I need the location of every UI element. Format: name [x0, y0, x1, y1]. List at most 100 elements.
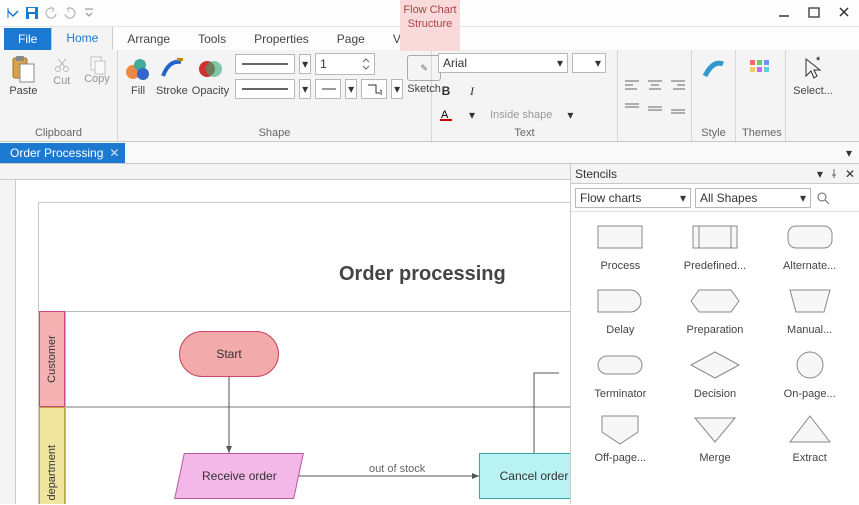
lane-customer[interactable]: Customer: [39, 311, 65, 407]
dash-style-drop[interactable]: ▾: [299, 79, 311, 99]
valign-middle-button[interactable]: [645, 98, 665, 118]
font-size-combo[interactable]: ▾: [572, 53, 606, 73]
close-doc-icon[interactable]: ✕: [109, 146, 119, 160]
align-center-button[interactable]: [645, 75, 665, 95]
maximize-button[interactable]: [799, 0, 829, 24]
font-value: Arial: [443, 56, 467, 70]
shape-cancel-label: Cancel order: [500, 469, 569, 483]
align-right-button[interactable]: [668, 75, 688, 95]
font-color-button[interactable]: A: [438, 107, 454, 123]
stencil-onpage[interactable]: On-page...: [764, 346, 855, 400]
doc-tabs-drop[interactable]: ▾: [839, 146, 859, 160]
select-label: Select...: [793, 85, 833, 97]
stroke-button[interactable]: Stroke: [156, 53, 188, 97]
dash-style-combo[interactable]: [235, 79, 295, 99]
shape-start[interactable]: Start: [179, 331, 279, 377]
stencil-label: Merge: [699, 452, 730, 464]
stencil-category-combo[interactable]: Flow charts▾: [575, 188, 691, 208]
minimize-button[interactable]: [769, 0, 799, 24]
line-style-drop[interactable]: ▾: [299, 54, 311, 74]
stencil-decision[interactable]: Decision: [670, 346, 761, 400]
group-clipboard-label: Clipboard: [6, 127, 111, 141]
arrow-start-drop[interactable]: ▾: [345, 79, 357, 99]
fill-label: Fill: [131, 85, 145, 97]
context-tab-line2: Structure: [408, 17, 453, 31]
stencil-filter-combo[interactable]: All Shapes▾: [695, 188, 811, 208]
stencil-extract[interactable]: Extract: [764, 410, 855, 464]
redo-icon[interactable]: [61, 4, 79, 22]
connector-type-combo[interactable]: [361, 79, 387, 99]
text-placement-combo[interactable]: Inside shape: [490, 109, 552, 121]
stencil-predefined[interactable]: Predefined...: [670, 218, 761, 272]
style-button[interactable]: [698, 53, 729, 83]
tab-properties[interactable]: Properties: [240, 28, 323, 50]
ruler-vertical: [0, 180, 16, 504]
bold-button[interactable]: B: [438, 83, 454, 99]
lane-department[interactable]: s department: [39, 407, 65, 504]
line-thickness-input[interactable]: 1: [315, 53, 375, 75]
stencil-process[interactable]: Process: [575, 218, 666, 272]
align-left-button[interactable]: [622, 75, 642, 95]
copy-button[interactable]: Copy: [83, 53, 111, 85]
lane-dept-label: s department: [46, 445, 58, 504]
undo-icon[interactable]: [42, 4, 60, 22]
panel-pin-icon[interactable]: [829, 167, 839, 181]
select-button[interactable]: * Select...: [792, 53, 834, 97]
tab-home[interactable]: Home: [51, 26, 113, 50]
stencil-label: Extract: [793, 452, 827, 464]
stencils-panel: Stencils ▾ ✕ Flow charts▾ All Shapes▾ Pr…: [571, 164, 859, 504]
stencil-manual[interactable]: Manual...: [764, 282, 855, 336]
stencil-label: Predefined...: [684, 260, 746, 272]
fill-button[interactable]: Fill: [124, 53, 152, 97]
stencil-offpage[interactable]: Off-page...: [575, 410, 666, 464]
text-placement-drop[interactable]: ▾: [562, 107, 578, 123]
document-tab[interactable]: Order Processing ✕: [0, 143, 125, 163]
close-button[interactable]: [829, 0, 859, 24]
opacity-label: Opacity: [192, 85, 229, 97]
line-style-combo[interactable]: [235, 54, 295, 74]
stroke-label: Stroke: [156, 85, 188, 97]
copy-label: Copy: [84, 73, 110, 85]
valign-top-button[interactable]: [622, 98, 642, 118]
stencil-merge[interactable]: Merge: [670, 410, 761, 464]
shape-receive-order[interactable]: Receive order: [174, 453, 304, 499]
stencil-label: On-page...: [784, 388, 836, 400]
paste-label: Paste: [9, 85, 37, 97]
save-icon[interactable]: [23, 4, 41, 22]
paste-button[interactable]: Paste: [6, 53, 41, 97]
group-select-label: [792, 139, 834, 141]
stencil-alternate[interactable]: Alternate...: [764, 218, 855, 272]
qat-customize-icon[interactable]: [80, 4, 98, 22]
connector-type-drop[interactable]: ▾: [391, 79, 403, 99]
tab-arrange[interactable]: Arrange: [113, 28, 184, 50]
panel-options-icon[interactable]: ▾: [817, 167, 823, 181]
canvas[interactable]: Order processing Customer s department S…: [16, 180, 570, 504]
stencil-terminator[interactable]: Terminator: [575, 346, 666, 400]
edge-label-outofstock[interactable]: out of stock: [369, 463, 425, 475]
stencil-preparation[interactable]: Preparation: [670, 282, 761, 336]
tab-tools[interactable]: Tools: [184, 28, 240, 50]
cut-button[interactable]: Cut: [45, 55, 79, 87]
tab-file[interactable]: File: [4, 28, 51, 50]
group-themes-label: Themes: [742, 127, 779, 141]
search-icon[interactable]: [815, 190, 831, 206]
stencil-delay[interactable]: Delay: [575, 282, 666, 336]
panel-close-icon[interactable]: ✕: [845, 167, 855, 181]
document-name: Order Processing: [10, 146, 103, 160]
font-color-drop[interactable]: ▾: [464, 107, 480, 123]
arrow-start-combo[interactable]: [315, 79, 341, 99]
italic-button[interactable]: I: [464, 83, 480, 99]
font-family-combo[interactable]: Arial▾: [438, 53, 568, 73]
page[interactable]: Order processing Customer s department S…: [38, 202, 570, 504]
shape-cancel-order[interactable]: Cancel order: [479, 453, 570, 499]
themes-button[interactable]: [742, 53, 779, 83]
cut-label: Cut: [53, 75, 70, 87]
tab-page[interactable]: Page: [323, 28, 379, 50]
swimlane-row-1[interactable]: [65, 311, 570, 407]
qat-menu[interactable]: [4, 4, 22, 22]
context-tab-flowchart[interactable]: Flow Chart Structure: [400, 0, 460, 51]
stencil-label: Off-page...: [594, 452, 646, 464]
opacity-button[interactable]: Opacity: [192, 53, 229, 97]
valign-bottom-button[interactable]: [668, 98, 688, 118]
stencil-label: Alternate...: [783, 260, 836, 272]
